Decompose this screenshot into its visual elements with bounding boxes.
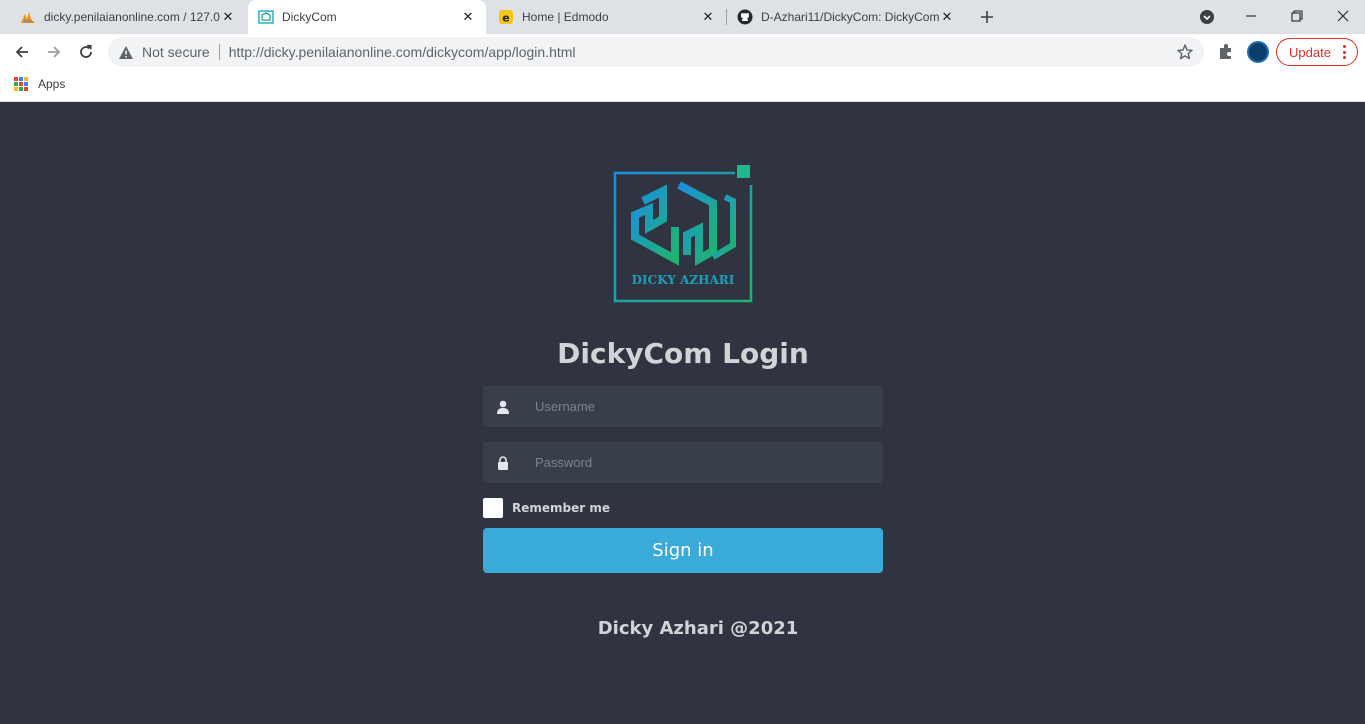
restore-button[interactable] <box>1274 0 1320 32</box>
remember-label[interactable]: Remember me <box>512 501 610 515</box>
username-field[interactable] <box>483 386 883 427</box>
login-page: DICKY AZHARI DickyCom Login Remember me … <box>0 103 1365 724</box>
arrow-right-icon <box>48 46 61 58</box>
security-label[interactable]: Not secure <box>142 44 210 60</box>
update-label: Update <box>1289 44 1331 60</box>
restore-icon <box>1291 10 1303 22</box>
login-title: DickyCom Login <box>557 337 809 370</box>
close-tab-icon[interactable]: ✕ <box>700 9 716 25</box>
footer-credit: Dicky Azhari @2021 <box>597 618 799 639</box>
apps-shortcut[interactable]: Apps <box>14 77 65 91</box>
dickycom-icon <box>258 9 274 25</box>
url-text[interactable]: http://dicky.penilaianonline.com/dickyco… <box>229 44 576 60</box>
minimize-icon <box>1246 15 1256 17</box>
close-tab-icon[interactable]: ✕ <box>939 9 955 25</box>
reload-button[interactable] <box>72 38 100 66</box>
address-divider <box>218 44 220 60</box>
address-bar[interactable]: Not secure http://dicky.penilaianonline.… <box>108 37 1204 67</box>
svg-text:PMA: PMA <box>24 19 33 24</box>
back-button[interactable] <box>8 38 36 66</box>
password-input[interactable] <box>523 442 883 483</box>
arrow-left-icon <box>15 46 28 58</box>
plus-icon <box>981 11 993 23</box>
browser-toolbar: Not secure http://dicky.penilaianonline.… <box>0 34 1365 70</box>
tab-edmodo[interactable]: e Home | Edmodo ✕ <box>488 0 726 34</box>
lock-icon <box>483 442 523 483</box>
close-tab-icon[interactable]: ✕ <box>220 9 236 25</box>
apps-grid-icon <box>14 77 28 91</box>
minimize-button[interactable] <box>1228 0 1274 32</box>
new-tab-button[interactable] <box>976 6 998 28</box>
star-icon[interactable] <box>1176 43 1194 61</box>
sign-in-button[interactable]: Sign in <box>483 528 883 573</box>
close-window-button[interactable] <box>1320 0 1365 32</box>
chevron-down-icon <box>1200 10 1214 24</box>
bookmarks-bar: Apps <box>0 70 1365 102</box>
user-icon <box>483 386 523 427</box>
profile-avatar[interactable] <box>1247 41 1269 63</box>
forward-button[interactable] <box>40 38 68 66</box>
svg-text:DICKY AZHARI: DICKY AZHARI <box>632 273 735 287</box>
reload-icon <box>80 44 92 58</box>
svg-text:e: e <box>502 12 509 25</box>
more-vertical-icon <box>1343 45 1347 59</box>
tab-dickycom[interactable]: DickyCom ✕ <box>248 0 486 34</box>
github-icon <box>737 9 753 25</box>
remember-checkbox[interactable] <box>483 498 503 518</box>
apps-label: Apps <box>38 77 66 91</box>
tab-search-button[interactable] <box>1198 8 1216 26</box>
password-field[interactable] <box>483 442 883 483</box>
dicky-azhari-logo: DICKY AZHARI <box>613 165 753 303</box>
edmodo-icon: e <box>498 9 514 25</box>
tab-strip: PMA dicky.penilaianonline.com / 127.0 ✕ … <box>0 0 1365 34</box>
warning-icon[interactable] <box>118 44 134 60</box>
remember-me[interactable]: Remember me <box>483 498 610 518</box>
extensions-icon[interactable] <box>1216 42 1236 62</box>
tab-phpmyadmin[interactable]: PMA dicky.penilaianonline.com / 127.0 ✕ <box>0 0 246 34</box>
username-input[interactable] <box>523 386 883 427</box>
tab-github[interactable]: D-Azhari11/DickyCom: DickyCom ✕ <box>727 0 965 34</box>
close-tab-icon[interactable]: ✕ <box>460 9 476 25</box>
update-button[interactable]: Update <box>1276 38 1358 66</box>
phpmyadmin-icon: PMA <box>20 9 36 25</box>
close-icon <box>1337 10 1349 22</box>
